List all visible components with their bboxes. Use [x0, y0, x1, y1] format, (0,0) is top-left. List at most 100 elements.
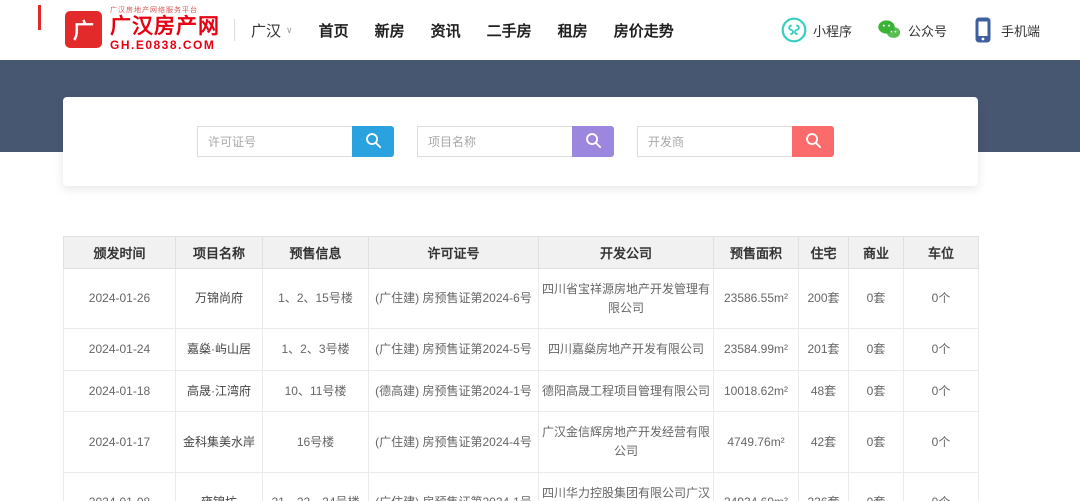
quick-link-label: 公众号	[907, 23, 947, 39]
table-cell: 23584.99m²	[713, 328, 799, 371]
table-cell: (广住建) 房预售证第2024-5号	[368, 328, 539, 371]
site-logo[interactable]: 广 广汉房地产网络服务平台 广汉房产网 GH.E0838.COM	[65, 7, 220, 53]
table-cell: 0个	[903, 267, 979, 330]
nav-item-news[interactable]: 资讯	[431, 20, 461, 41]
table-cell: (广住建) 房预售证第2024-1号	[368, 471, 539, 501]
table-cell: 0个	[903, 411, 979, 473]
table-cell: 16号楼	[262, 411, 369, 473]
table-row: 2024-01-24 嘉燊·屿山居 1、2、3号楼 (广住建) 房预售证第2024-5…	[63, 328, 979, 371]
table-cell: (广住建) 房预售证第2024-6号	[368, 267, 539, 330]
table-cell: 2024-01-18	[63, 369, 176, 413]
table-cell: 4749.76m²	[713, 411, 799, 473]
table-cell: (广住建) 房预售证第2024-4号	[368, 411, 539, 473]
table-cell: 0套	[848, 369, 904, 413]
project-name-search-button[interactable]	[572, 126, 614, 157]
table-cell: 0套	[848, 328, 904, 371]
table-cell: 23586.55m²	[713, 267, 799, 330]
table-cell: 21、22、24号楼	[262, 471, 369, 501]
table-cell: 48套	[798, 369, 849, 413]
table-cell: 四川省宝祥源房地产开发管理有限公司	[538, 267, 714, 330]
table-cell: 广汉金信辉房地产开发经营有限公司	[538, 411, 714, 473]
table-cell: 34934.69m²	[713, 471, 799, 501]
table-row: 2024-01-08雍锦坊21、22、24号楼(广住建) 房预售证第2024-1…	[63, 471, 979, 501]
column-header: 开发公司	[538, 236, 714, 269]
table-cell: 0个	[903, 369, 979, 413]
top-bar: 广 广汉房地产网络服务平台 广汉房产网 GH.E0838.COM 广汉 ∨ 首页…	[0, 0, 1080, 60]
table-cell: 1、2、15号楼	[262, 267, 369, 330]
table-cell: 0个	[903, 471, 979, 501]
decorative-red-mark	[38, 5, 41, 30]
search-group-developer	[637, 126, 834, 157]
table-cell: 2024-01-26	[63, 267, 176, 330]
city-selector[interactable]: 广汉 ∨	[251, 20, 293, 41]
table-cell: 200套	[798, 267, 849, 330]
table-cell: 0套	[848, 267, 904, 330]
table-row: 2024-01-26 万锦尚府 1、2、15号楼 (广住建) 房预售证第2024-6号…	[63, 267, 979, 330]
table-cell: 10、11号楼	[262, 369, 369, 413]
developer-search-button[interactable]	[792, 126, 834, 157]
city-label: 广汉	[251, 22, 282, 40]
quick-links: 小程序 公众号 手机端	[781, 17, 1040, 43]
logo-text: 广汉房地产网络服务平台 广汉房产网 GH.E0838.COM	[110, 7, 220, 53]
search-icon	[804, 131, 823, 153]
table-cell: 2024-01-24	[63, 328, 176, 371]
table-cell: 2024-01-08	[63, 471, 176, 501]
permit-no-input[interactable]	[197, 126, 352, 157]
presale-permit-table-wrap: 颁发时间 项目名称 预售信息 许可证号 开发公司 预售面积 住宅 商业 车位 2024-01-2…	[63, 236, 979, 501]
nav-item-price-trend[interactable]: 房价走势	[614, 20, 674, 41]
header-divider	[234, 19, 235, 41]
column-header: 预售信息	[262, 236, 369, 269]
logo-seal-icon: 广	[65, 11, 102, 49]
column-header: 许可证号	[368, 236, 539, 269]
column-header: 颁发时间	[63, 236, 176, 269]
search-icon	[584, 131, 603, 153]
logo-tagline: 广汉房地产网络服务平台	[110, 7, 198, 14]
table-cell: 四川嘉燊房地产开发有限公司	[538, 328, 714, 371]
table-cell: 德阳高晟工程项目管理有限公司	[538, 369, 714, 413]
permit-no-search-button[interactable]	[352, 126, 394, 157]
nav-item-home[interactable]: 首页	[319, 20, 349, 41]
nav-item-rent[interactable]: 租房	[558, 20, 588, 41]
chevron-down-icon: ∨	[286, 24, 293, 35]
search-panel	[63, 97, 978, 186]
table-cell: 嘉燊·屿山居	[175, 328, 263, 371]
quick-link-miniprogram[interactable]: 小程序	[781, 17, 852, 43]
logo-domain: GH.E0838.COM	[110, 38, 216, 53]
column-header: 项目名称	[175, 236, 263, 269]
main-nav: 首页 新房 资讯 二手房 租房 房价走势	[319, 20, 674, 41]
search-group-project-name	[417, 126, 614, 157]
table-cell: 0套	[848, 471, 904, 501]
mobile-phone-icon	[971, 17, 995, 43]
table-cell: 42套	[798, 411, 849, 473]
search-icon	[364, 131, 383, 153]
wechat-icon	[876, 17, 902, 43]
quick-link-mobile[interactable]: 手机端	[971, 17, 1040, 43]
quick-link-official-account[interactable]: 公众号	[876, 17, 947, 43]
table-cell: 201套	[798, 328, 849, 371]
developer-input[interactable]	[637, 126, 792, 157]
miniprogram-icon	[781, 17, 807, 43]
quick-link-label: 小程序	[812, 23, 852, 39]
column-header: 商业	[848, 236, 904, 269]
presale-permit-table: 颁发时间 项目名称 预售信息 许可证号 开发公司 预售面积 住宅 商业 车位 2024-01-2…	[63, 236, 979, 501]
column-header: 车位	[903, 236, 979, 269]
quick-link-label: 手机端	[1000, 23, 1040, 39]
table-cell: 336套	[798, 471, 849, 501]
table-header-row: 颁发时间 项目名称 预售信息 许可证号 开发公司 预售面积 住宅 商业 车位	[63, 236, 979, 269]
table-cell: 10018.62m²	[713, 369, 799, 413]
table-cell: (德高建) 房预售证第2024-1号	[368, 369, 539, 413]
nav-item-resale[interactable]: 二手房	[487, 20, 532, 41]
table-row: 2024-01-17 金科集美水岸 16号楼 (广住建) 房预售证第2024-4号 广汉…	[63, 411, 979, 473]
table-row: 2024-01-18 高晟·江湾府 10、11号楼 (德高建) 房预售证第2024-1…	[63, 369, 979, 413]
column-header: 预售面积	[713, 236, 799, 269]
table-cell: 0个	[903, 328, 979, 371]
table-cell: 2024-01-17	[63, 411, 176, 473]
table-cell: 万锦尚府	[175, 267, 263, 330]
nav-item-new-homes[interactable]: 新房	[375, 20, 405, 41]
search-group-permit-no	[197, 126, 394, 157]
table-cell: 雍锦坊	[175, 471, 263, 501]
table-cell: 金科集美水岸	[175, 411, 263, 473]
project-name-input[interactable]	[417, 126, 572, 157]
logo-title: 广汉房产网	[110, 15, 220, 39]
table-cell: 0套	[848, 411, 904, 473]
